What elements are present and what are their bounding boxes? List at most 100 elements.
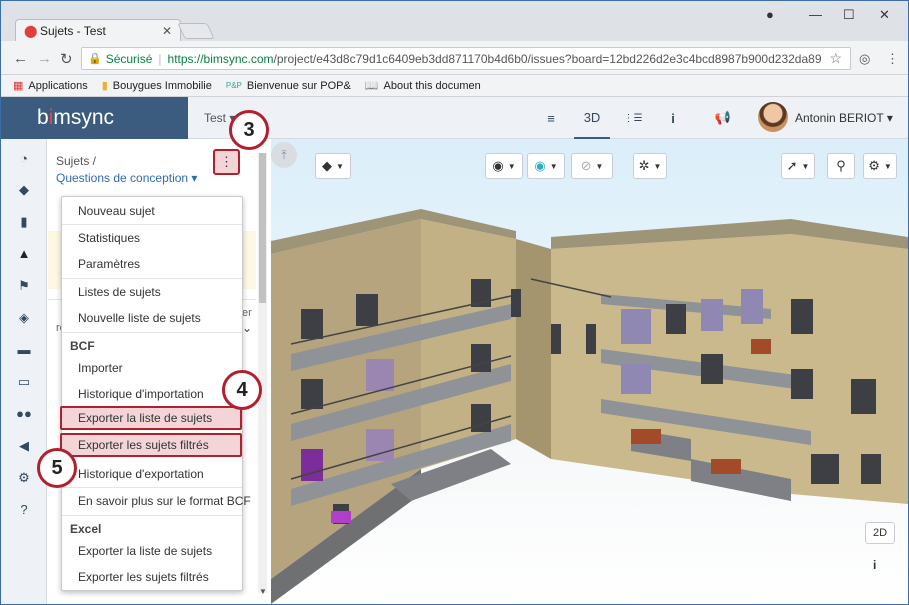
help-icon[interactable]: ? <box>1 502 47 517</box>
folder-icon: ▮ <box>101 80 108 92</box>
bookmark-label: Bouygues Immobilie <box>112 79 212 92</box>
megaphone-icon[interactable]: ◀ <box>1 438 47 454</box>
user-menu[interactable]: Antonin BERIOT ▾ <box>795 111 893 125</box>
maximize-icon[interactable]: ☐ <box>843 7 855 23</box>
reload-icon[interactable]: ↻ <box>60 50 73 68</box>
more-options-button[interactable]: ⋮ <box>213 149 240 175</box>
menu-item-settings[interactable]: Paramètres <box>62 252 242 276</box>
pop-icon: P&P <box>225 81 242 90</box>
cube-icon[interactable]: ◆ <box>1 182 47 198</box>
pointer-icon: ➚ <box>786 158 798 173</box>
2d-toggle-button[interactable]: 2D <box>865 522 895 544</box>
dashboard-icon[interactable]: ◔ <box>1 151 47 166</box>
visibility-button[interactable]: ◉ ▼ <box>485 153 523 179</box>
viewer-settings-button[interactable]: ⚙ ▼ <box>863 153 897 179</box>
3d-viewer[interactable]: ◆ ▼ ◉ ▼ ◉ ▼ ⊘ ▼ ✲ ▼ ➚ ▼ ⚲ ⚙ ▼ <box>271 139 908 604</box>
menu-item-new-issue[interactable]: Nouveau sujet <box>62 199 242 223</box>
title-bar: ⬤ Sujets - Test ✕ ● — ☐ ✕ <box>1 1 908 41</box>
browser-tab[interactable]: ⬤ Sujets - Test ✕ <box>15 19 181 41</box>
avatar[interactable] <box>758 102 788 132</box>
gear-icon: ⚙ <box>868 158 880 173</box>
users-icon[interactable]: ●● <box>1 406 47 421</box>
url-host: https://bimsync.com <box>167 51 274 66</box>
close-window-icon[interactable]: ✕ <box>879 7 890 23</box>
bookmark-bouygues[interactable]: ▮ Bouygues Immobilie <box>101 79 212 93</box>
bookmarks-bar: ▦ Applications ▮ Bouygues Immobilie P&P … <box>1 75 908 97</box>
menu-dots-icon[interactable]: ⋮ <box>886 51 899 67</box>
model-select-button[interactable]: ◆ ▼ <box>315 153 351 179</box>
step-badge-4: 4 <box>222 370 262 410</box>
tab-title: Sujets - Test <box>40 23 106 38</box>
explode-button[interactable]: ✲ ▼ <box>633 153 667 179</box>
location-pin-icon: ⬤ <box>24 23 38 38</box>
menu-item-import-history[interactable]: Historique d'importation <box>62 382 242 406</box>
info-icon[interactable]: i <box>655 97 691 139</box>
bookmark-about[interactable]: 📖 About this documen <box>365 79 481 93</box>
menu-item-export-issue-list-bcf[interactable]: Exporter la liste de sujets <box>60 406 242 430</box>
filter-text-right: er <box>242 307 252 319</box>
explode-icon: ✲ <box>638 158 650 173</box>
profile-icon[interactable]: ● <box>766 7 774 22</box>
hide-button[interactable]: ⊘ ▼ <box>571 153 613 179</box>
select-tool-button[interactable]: ➚ ▼ <box>781 153 815 179</box>
collapse-panel-icon[interactable]: ⤒ <box>271 142 297 168</box>
tree-icon[interactable]: ⋮☰ <box>615 97 651 139</box>
lock-icon: 🔒 <box>88 53 102 65</box>
logo-text: b <box>37 106 49 129</box>
board-selector[interactable]: Questions de conception ▾ <box>56 171 197 185</box>
warning-icon[interactable]: ▲ <box>1 246 47 261</box>
caret-icon: ▼ <box>653 161 662 171</box>
3d-view-tab[interactable]: 3D <box>574 97 610 139</box>
back-icon[interactable]: ← <box>13 50 28 67</box>
new-tab-button[interactable] <box>177 23 215 39</box>
caret-icon: ▼ <box>883 161 892 171</box>
close-tab-icon[interactable]: ✕ <box>162 24 172 38</box>
menu-item-export-history[interactable]: Historique d'exportation <box>62 462 242 486</box>
left-rail: ◔ ◆ ▮ ▲ ⚑ ◈ ▬ ▭ ●● ◀ ⚙ ? <box>1 139 47 604</box>
scroll-down-icon[interactable]: ▼ <box>259 587 267 596</box>
menu-divider <box>62 487 242 488</box>
menu-item-issue-lists[interactable]: Listes de sujets <box>62 280 242 304</box>
caret-icon: ▼ <box>336 161 344 171</box>
bimsync-logo[interactable]: b i msync <box>1 97 188 139</box>
bookmark-icon[interactable]: ▮ <box>1 214 47 230</box>
menu-item-export-issue-list-excel[interactable]: Exporter la liste de sujets <box>62 539 242 563</box>
scrollbar[interactable] <box>258 153 267 593</box>
minimize-icon[interactable]: — <box>809 7 822 22</box>
menu-header-bcf: BCF <box>70 339 95 353</box>
xray-button[interactable]: ◉ ▼ <box>527 153 565 179</box>
step-badge-3: 3 <box>229 110 269 150</box>
bookmark-applications[interactable]: ▦ Applications <box>13 79 88 93</box>
tags-icon[interactable]: ◈ <box>1 310 47 326</box>
bookmark-pop[interactable]: P&P Bienvenue sur POP& <box>226 80 351 92</box>
chevron-down-icon[interactable]: ⌄ <box>242 321 252 335</box>
star-icon[interactable]: ☆ <box>829 50 842 67</box>
browser-window: ⬤ Sujets - Test ✕ ● — ☐ ✕ ← → ↻ 🔒 Sécuri… <box>0 0 909 605</box>
secure-label: Sécurisé <box>105 51 153 66</box>
stamp-icon: ⚲ <box>836 158 846 173</box>
book-icon[interactable]: ▭ <box>1 374 47 390</box>
menu-item-export-filtered-bcf[interactable]: Exporter les sujets filtrés <box>60 433 242 457</box>
breadcrumb-root[interactable]: Sujets / <box>56 154 96 168</box>
cube-icon: ◆ <box>322 158 333 173</box>
list-view-icon[interactable]: ≡ <box>533 97 569 139</box>
forward-icon[interactable]: → <box>37 50 52 67</box>
folder-icon[interactable]: ▬ <box>1 342 47 357</box>
apps-grid-icon: ▦ <box>13 80 24 92</box>
menu-item-export-filtered-excel[interactable]: Exporter les sujets filtrés <box>62 565 242 589</box>
menu-item-import[interactable]: Importer <box>62 356 242 380</box>
menu-item-statistics[interactable]: Statistiques <box>62 226 242 250</box>
scrollbar-thumb[interactable] <box>259 153 266 303</box>
megaphone-icon[interactable]: 📢 <box>705 97 741 139</box>
info-icon[interactable]: i <box>873 558 876 572</box>
extension-icon[interactable]: ◎ <box>859 51 870 67</box>
eye-icon: ◉ <box>492 158 504 173</box>
menu-item-learn-bcf[interactable]: En savoir plus sur le format BCF <box>62 489 251 513</box>
building-model <box>271 209 908 604</box>
measure-button[interactable]: ⚲ <box>827 153 855 179</box>
flag-icon[interactable]: ⚑ <box>1 278 47 294</box>
bookmark-label: About this documen <box>383 79 481 92</box>
bookmark-label: Applications <box>28 79 88 92</box>
menu-item-new-issue-list[interactable]: Nouvelle liste de sujets <box>62 306 242 330</box>
address-bar[interactable]: 🔒 Sécurisé | https://bimsync.com /projec… <box>81 47 851 70</box>
